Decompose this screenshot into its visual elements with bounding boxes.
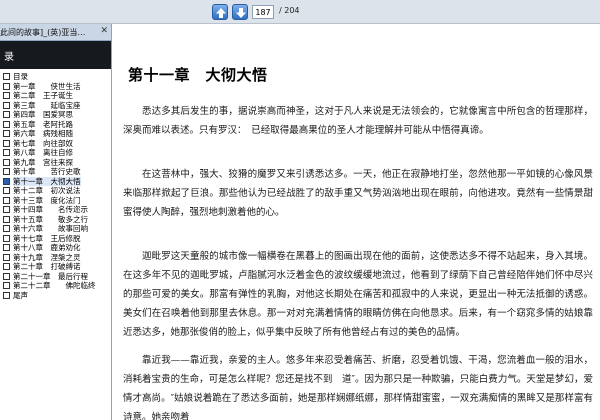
checkbox-icon <box>3 139 10 147</box>
toc-item[interactable]: 第五章 老阿托路 <box>3 120 110 130</box>
checkbox-icon <box>3 206 10 214</box>
checkbox-icon <box>3 253 10 261</box>
checkbox-icon <box>3 244 10 252</box>
toc-item-label: 第十八章 鹿弟劝化 <box>13 243 81 253</box>
checkbox-icon <box>3 168 10 176</box>
checkbox-icon <box>3 263 10 271</box>
body-paragraph: 迦毗罗这天童般的城市像一幅横卷在黑暮上的图画出现在他的面前，这使悉达多不得不站起… <box>123 251 593 338</box>
checkbox-icon <box>3 225 10 233</box>
toc-item-label: 第六章 病残相随 <box>13 129 73 139</box>
checkbox-icon <box>3 120 10 128</box>
toc-item-label: 第二十一章 最后行程 <box>13 271 88 281</box>
previous-page-button[interactable] <box>212 4 228 20</box>
page-total-label: / 204 <box>279 6 300 15</box>
toc-item-label: 第十六章 故事回响 <box>13 224 88 234</box>
toc-item-label: 第一章 侠世生活 <box>13 81 81 91</box>
checkbox-icon <box>3 282 10 290</box>
toolbar: / 204 <box>0 0 600 24</box>
chapter-title: 第十一章 大彻大悟 <box>128 66 268 84</box>
toc-item[interactable]: 第八章 离往自修 <box>3 148 110 158</box>
toc-item-label: 第八章 离往自修 <box>13 148 73 158</box>
toc-item-label: 第十三章 度化法门 <box>13 195 81 205</box>
toc-item-label: 第十九章 涅槃之灵 <box>13 252 81 262</box>
checkbox-icon <box>3 215 10 223</box>
sidebar-title: 录 <box>4 52 14 63</box>
table-of-contents-sidebar: 录 目录 第一章 侠世生活 第二章 王子诞生 第三章 延临宝座 第四章 国爱冥思… <box>0 41 112 420</box>
toc-item[interactable]: 第十二章 初次说法 <box>3 186 110 196</box>
checkbox-icon <box>3 234 10 242</box>
page-number-input[interactable] <box>252 5 274 19</box>
toc-item[interactable]: 第六章 病残相随 <box>3 129 110 139</box>
toc-item-label: 第二章 王子诞生 <box>13 91 73 101</box>
checkbox-icon <box>3 130 10 138</box>
checkbox-icon <box>3 272 10 280</box>
checkbox-icon <box>3 187 10 195</box>
checkbox-icon <box>3 92 10 100</box>
toc-item[interactable]: 第十七章 王后修脱 <box>3 234 110 244</box>
checkbox-icon <box>3 101 10 109</box>
sidebar-header: 录 <box>0 41 111 69</box>
toc-item[interactable]: 第四章 国爱冥思 <box>3 110 110 120</box>
toc-item[interactable]: 第十四章 名传迩示 <box>3 205 110 215</box>
toc-item-label: 第五章 老阿托路 <box>13 119 73 129</box>
toc-item[interactable]: 第十五章 敬多之行 <box>3 215 110 225</box>
checkbox-icon <box>3 158 10 166</box>
next-page-button[interactable] <box>232 4 248 20</box>
toc-item[interactable]: 第三章 延临宝座 <box>3 101 110 111</box>
checkbox-icon <box>3 149 10 157</box>
toc-item[interactable]: 第十八章 鹿弟劝化 <box>3 243 110 253</box>
toc-item[interactable]: 第十三章 度化法门 <box>3 196 110 206</box>
checkbox-icon <box>3 177 10 185</box>
toc-item-label: 第二十二章 佛陀临终 <box>13 281 96 291</box>
toc-item-label: 第十一章 大彻大悟 <box>13 176 81 186</box>
toc-item-label: 第二十章 打破缚诺 <box>13 262 81 272</box>
checkbox-icon <box>3 111 10 119</box>
toc-item[interactable]: 第二十一章 最后行程 <box>3 272 110 282</box>
toc-item-label: 第三章 延临宝座 <box>13 100 81 110</box>
document-page: 第十一章 大彻大悟 悉达多其后发生的事，据说崇高而神圣，这对于凡人来说是无法领会… <box>113 24 600 420</box>
document-tab[interactable]: 此间的故事]_(英)亚当… ✕ <box>0 24 112 41</box>
toc-item[interactable]: 第二章 王子诞生 <box>3 91 110 101</box>
toc-item-label: 第十二章 初次说法 <box>13 186 81 196</box>
checkbox-icon <box>3 196 10 204</box>
toc-item[interactable]: 第九章 宫往来探 <box>3 158 110 168</box>
toc-item[interactable]: 目录 <box>3 72 110 82</box>
toc-item[interactable]: 第二十章 打破缚诺 <box>3 262 110 272</box>
close-icon[interactable]: ✕ <box>100 26 108 36</box>
arrow-up-icon <box>216 8 226 18</box>
body-paragraph: 悉达多其后发生的事，据说崇高而神圣，这对于凡人来说是无法领会的，它就像寓言中所包… <box>123 106 593 136</box>
toc-item-label: 第十章 苦行史歌 <box>13 167 81 177</box>
toc-list: 目录 第一章 侠世生活 第二章 王子诞生 第三章 延临宝座 第四章 国爱冥思 第… <box>3 72 110 300</box>
toc-item-label: 第十五章 敬多之行 <box>13 214 88 224</box>
toc-item[interactable]: 尾声 <box>3 291 110 301</box>
ebook-reader-window: / 204 此间的故事]_(英)亚当… ✕ 录 目录 第一章 侠世生活 第二章 … <box>0 0 600 420</box>
checkbox-icon <box>3 291 10 299</box>
checkbox-icon <box>3 82 10 90</box>
toc-item-label: 第十七章 王后修脱 <box>13 233 81 243</box>
body-paragraph: 靠近我——靠近我，亲爱的主人。悠多年来忍受着痛苦、折磨，忍受着饥饿、干渴，您流着… <box>123 355 593 420</box>
toc-item-selected[interactable]: 第十一章 大彻大悟 <box>3 176 110 187</box>
toc-item-label: 尾声 <box>13 290 28 300</box>
tab-title: 此间的故事]_(英)亚当… <box>0 28 86 37</box>
toc-item[interactable]: 第一章 侠世生活 <box>3 82 110 92</box>
toc-item-label: 第四章 国爱冥思 <box>13 110 73 120</box>
toc-item[interactable]: 第十六章 故事回响 <box>3 224 110 234</box>
toc-item[interactable]: 第二十二章 佛陀临终 <box>3 281 110 291</box>
toc-item-label: 第九章 宫往来探 <box>13 157 73 167</box>
toc-item[interactable]: 第七章 向往部奴 <box>3 139 110 149</box>
arrow-down-icon <box>236 8 246 18</box>
toc-item-label: 第七章 向往部奴 <box>13 138 73 148</box>
body-paragraph: 在这菩林中，强大、狡猾的魔罗又来引诱悉达多。一天，他正在寂静地打坐，忽然他那一平… <box>123 169 593 218</box>
toc-item-label: 目录 <box>13 72 28 82</box>
checkbox-icon <box>3 73 10 81</box>
toc-item[interactable]: 第十章 苦行史歌 <box>3 167 110 177</box>
toc-item[interactable]: 第十九章 涅槃之灵 <box>3 253 110 263</box>
toc-item-label: 第十四章 名传迩示 <box>13 205 88 215</box>
